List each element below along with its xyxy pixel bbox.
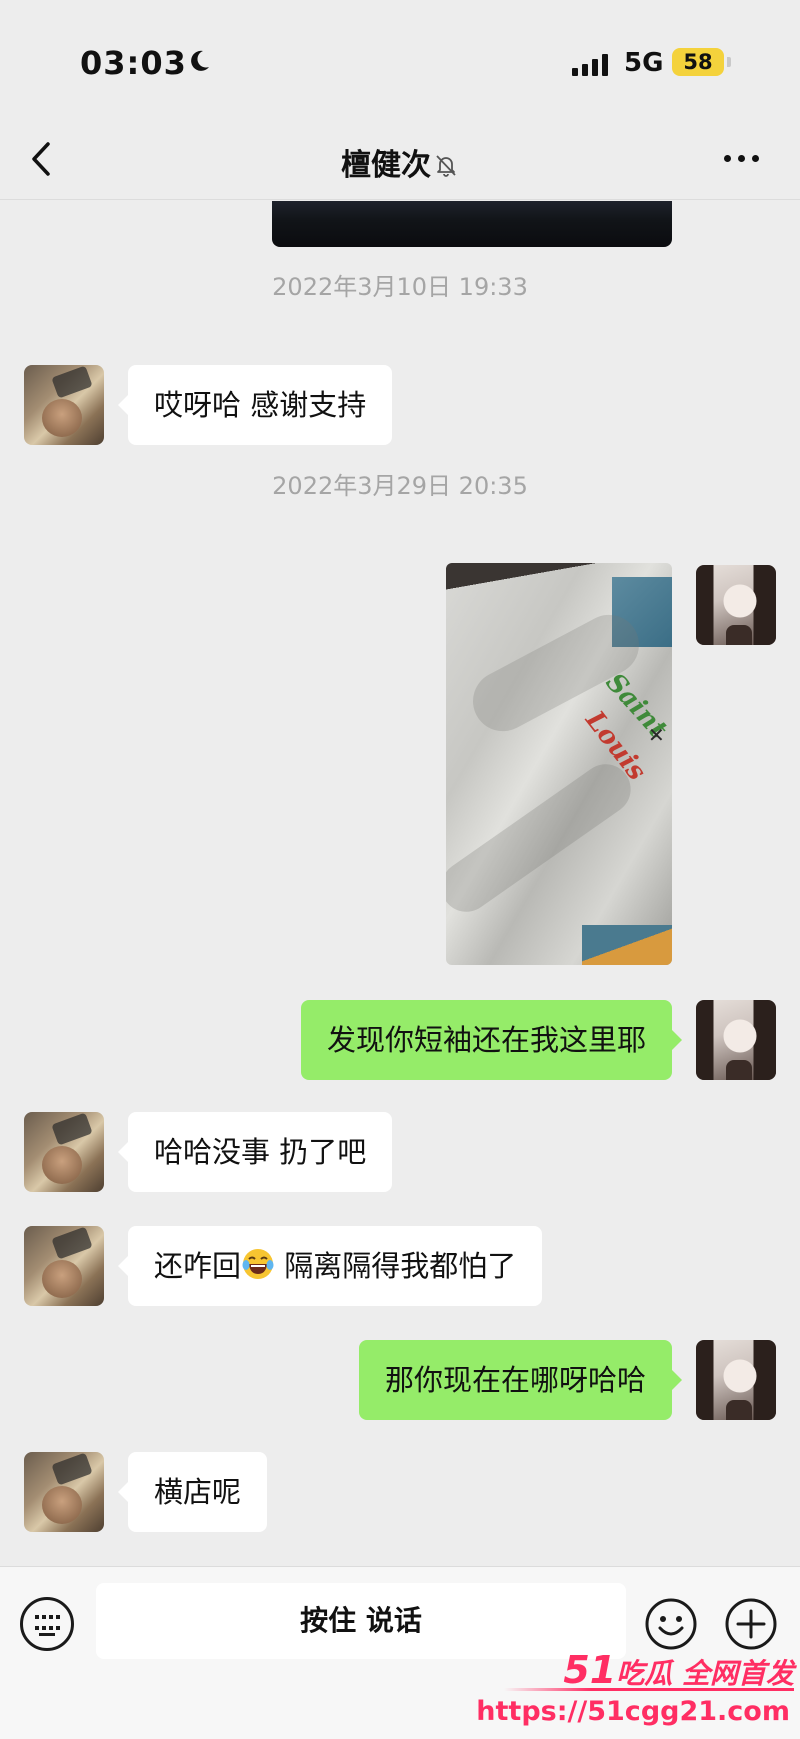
- network-type: 5G: [624, 48, 664, 78]
- message-bubble-incoming[interactable]: 还咋回 隔离隔得我都怕了: [117, 1226, 543, 1306]
- battery-icon: 58: [672, 48, 724, 76]
- message-text: 隔离隔得我都怕了: [275, 1249, 517, 1283]
- timestamp: 2022年3月29日 20:35: [272, 472, 528, 500]
- chat-header: 檀健次: [0, 120, 800, 200]
- contact-avatar[interactable]: [24, 365, 104, 445]
- watermark-brand: 51吃瓜 全网首发: [563, 1648, 794, 1692]
- status-bar: 03:03 5G 58: [0, 0, 800, 120]
- my-avatar[interactable]: [696, 1000, 776, 1080]
- message-bubble-incoming[interactable]: 横店呢: [117, 1452, 268, 1532]
- chat-messages[interactable]: 2022年3月10日 19:33 哎呀哈 感谢支持 2022年3月29日 20:…: [0, 201, 800, 1565]
- message-text: 还咋回: [154, 1249, 242, 1283]
- timestamp: 2022年3月10日 19:33: [272, 273, 528, 301]
- mute-bell-icon: [436, 155, 456, 177]
- image-message-tshirt[interactable]: Saint Louis ✕: [446, 563, 672, 965]
- contact-name: 檀健次: [341, 148, 431, 183]
- chat-title: 檀健次: [0, 140, 800, 184]
- contact-avatar[interactable]: [24, 1112, 104, 1192]
- battery-cap: [727, 57, 731, 67]
- message-bubble-outgoing[interactable]: 那你现在在哪呀哈哈: [358, 1340, 683, 1420]
- laughing-tears-emoji-icon: [242, 1249, 274, 1279]
- more-options-icon[interactable]: [724, 146, 764, 170]
- message-bubble-incoming[interactable]: 哎呀哈 感谢支持: [117, 365, 393, 445]
- message-bubble-outgoing[interactable]: 发现你短袖还在我这里耶: [300, 1000, 683, 1080]
- watermark-url: https://51cgg21.com: [476, 1696, 790, 1727]
- my-avatar[interactable]: [696, 1340, 776, 1420]
- status-time: 03:03: [80, 44, 187, 82]
- star-logo-icon: ✕: [648, 723, 665, 747]
- watermark-slogan: 吃瓜 全网首发: [616, 1657, 794, 1690]
- signal-icon: [572, 52, 608, 76]
- contact-avatar[interactable]: [24, 1452, 104, 1532]
- contact-avatar[interactable]: [24, 1226, 104, 1306]
- image-message-partial[interactable]: [272, 201, 672, 247]
- keyboard-toggle-icon[interactable]: [20, 1597, 74, 1651]
- watermark-line: [504, 1688, 794, 1691]
- moon-icon: [191, 50, 209, 71]
- message-bubble-incoming[interactable]: 哈哈没事 扔了吧: [117, 1112, 393, 1192]
- watermark: 51吃瓜 全网首发 https://51cgg21.com: [476, 1640, 794, 1739]
- my-avatar[interactable]: [696, 565, 776, 645]
- watermark-number: 51: [563, 1648, 617, 1692]
